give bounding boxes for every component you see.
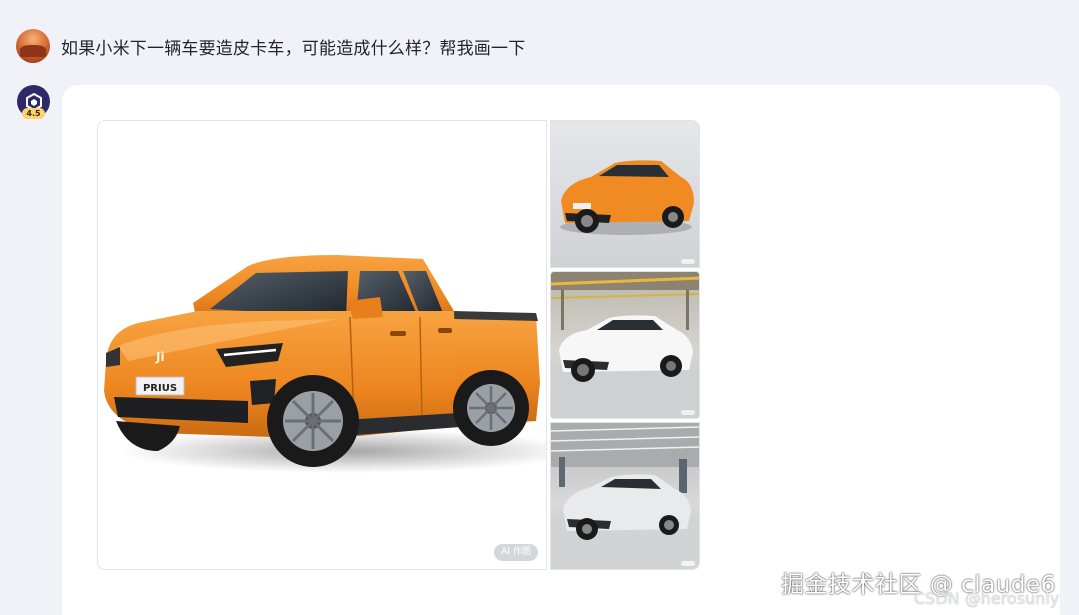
white-sedan-factory-illustration	[551, 272, 699, 418]
svg-text:Ji: Ji	[155, 350, 165, 364]
pickup-truck-illustration: Ji PRIUS	[104, 255, 546, 473]
front-wheel	[267, 375, 359, 467]
thumb-2-tag	[681, 410, 695, 415]
rear-wheel	[453, 370, 529, 446]
thumb-1-tag	[681, 259, 695, 264]
silver-sedan-factory-illustration	[551, 423, 699, 569]
thumb-3-tag	[681, 561, 695, 566]
orange-sedan-illustration	[560, 160, 694, 235]
generated-image-main[interactable]: Ji PRIUS	[97, 120, 547, 570]
generated-image-thumb-1[interactable]	[550, 120, 700, 268]
bot-version-badge: 4.5	[22, 108, 45, 119]
generated-image-thumb-2[interactable]	[550, 271, 700, 419]
user-message-row: 如果小米下一辆车要造皮卡车，可能造成什么样？帮我画一下	[16, 29, 525, 63]
user-avatar[interactable]	[16, 29, 50, 63]
watermark-csdn: CSDN @herosunly	[914, 589, 1060, 608]
ai-generated-badge: AI 作图	[494, 544, 538, 561]
license-plate-text: PRIUS	[143, 383, 177, 394]
generated-image-thumb-3[interactable]	[550, 422, 700, 570]
user-message-text: 如果小米下一辆车要造皮卡车，可能造成什么样？帮我画一下	[61, 38, 526, 59]
